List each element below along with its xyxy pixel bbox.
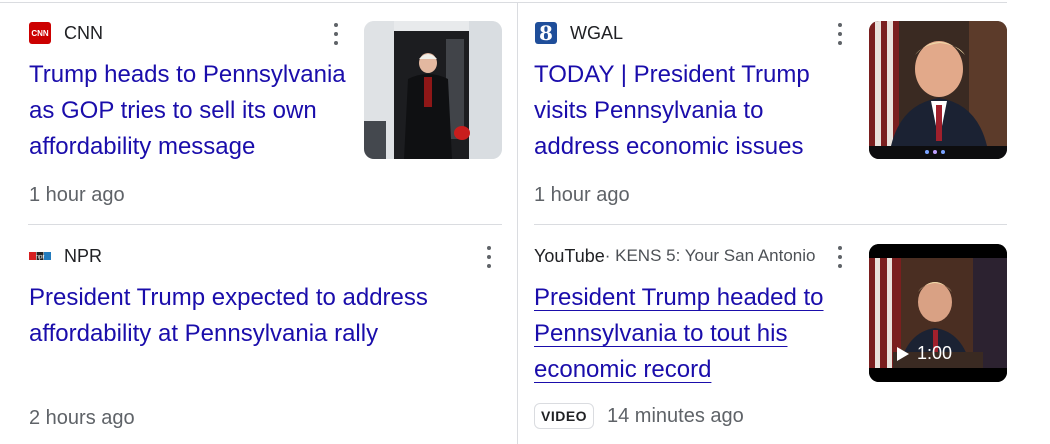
source-name: CNN [64,23,103,43]
video-duration: 1:00 [897,343,952,364]
news-card-youtube[interactable]: YouTube · KENS 5: Your San Antonio Presi… [518,225,1018,444]
thumbnail-image [869,21,1007,159]
headline-link[interactable]: Trump heads to Pennsylvania as GOP tries… [29,57,359,165]
more-options-icon[interactable] [837,23,843,45]
headline-line: affordability message [29,133,256,160]
timestamp: 1 hour ago [29,184,125,206]
source-name: WGAL [570,23,624,43]
source-row: npr NPR [29,245,102,267]
article-thumbnail[interactable] [364,21,502,159]
video-badge: VIDEO [534,403,595,429]
headline-line: affordability at Pennsylvania rally [29,320,379,347]
cnn-logo-icon: CNN [29,22,51,44]
headline-line: President Trump expected to address [29,284,428,311]
news-card-cnn[interactable]: CNN CNN Trump heads to Pennsylvania as G… [0,0,517,224]
headline-line: visits Pennsylvania to [534,97,764,124]
timestamp: 1 hour ago [534,184,630,206]
source-name: NPR [64,246,103,266]
more-options-icon[interactable] [486,246,492,268]
npr-logo-icon: npr [29,250,51,262]
source-row: YouTube · KENS 5: Your San Antonio [534,245,830,267]
source-row: CNN CNN [29,22,103,44]
timestamp: 14 minutes ago [607,405,744,427]
thumbnail-image [364,21,502,159]
headline-link[interactable]: President Trump headed to Pennsylvania t… [534,280,864,388]
news-card-wgal[interactable]: 8 WGAL TODAY | President Trump visits Pe… [518,0,1018,224]
more-options-icon[interactable] [837,246,843,268]
logo-text: npr [36,255,45,261]
duration-text: 1:00 [917,343,953,363]
headline-line: TODAY | President Trump [534,61,810,88]
headline-link[interactable]: TODAY | President Trump visits Pennsylva… [534,57,864,165]
headline-line: Pennsylvania to tout his [534,320,788,347]
wgal-logo-icon: 8 [535,21,557,45]
play-icon [897,346,909,361]
npr-logo-blocks: npr [29,252,51,260]
headline-line: as GOP tries to sell its own [29,97,317,124]
more-options-icon[interactable] [333,23,339,45]
headline-line: Trump heads to Pennsylvania [29,61,346,88]
logo-text: CNN [31,28,49,38]
timestamp: 2 hours ago [29,407,135,429]
video-thumbnail[interactable]: 1:00 [869,244,1007,382]
article-thumbnail[interactable] [869,21,1007,159]
headline-link[interactable]: President Trump expected to address affo… [29,280,489,352]
headline-line: address economic issues [534,133,804,160]
logo-text: 8 [539,21,553,45]
source-name: YouTube [534,246,605,266]
headline-line: President Trump headed to [534,284,824,311]
source-row: 8 WGAL [535,21,624,45]
channel-name: · KENS 5: Your San Antonio [604,246,816,265]
news-card-npr[interactable]: npr NPR President Trump expected to addr… [0,225,517,444]
headline-line: economic record [534,356,712,383]
